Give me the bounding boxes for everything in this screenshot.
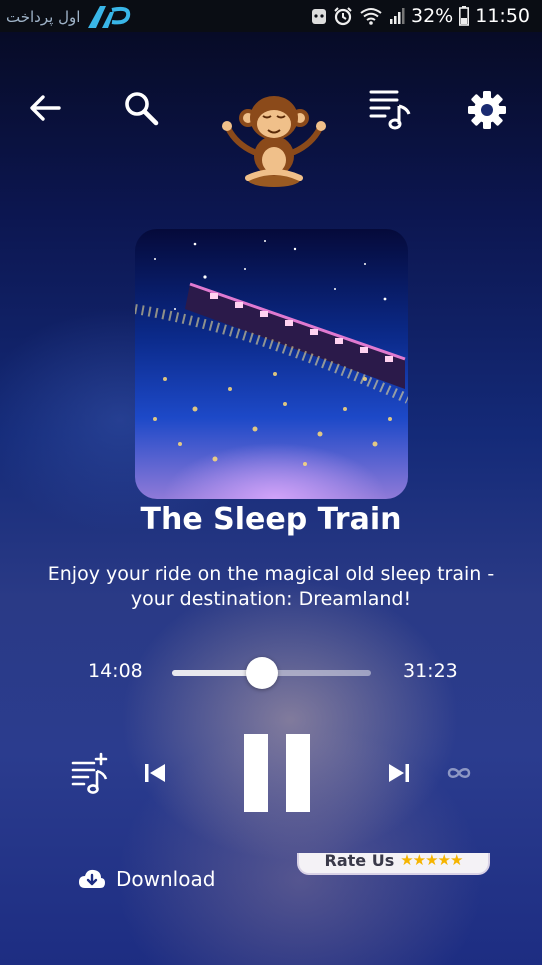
playlist-add-icon — [71, 752, 108, 794]
signal-icon — [390, 8, 405, 24]
brand-logo-icon — [88, 6, 131, 28]
rate-us-label: Rate Us — [324, 853, 395, 870]
total-time: 31:23 — [403, 660, 458, 682]
pause-icon — [244, 734, 268, 812]
download-label: Download — [116, 867, 216, 891]
search-button[interactable] — [116, 83, 166, 133]
android-debug-icon — [312, 9, 326, 24]
gear-icon — [468, 91, 506, 129]
loop-button[interactable] — [444, 760, 474, 786]
seek-bar-thumb[interactable] — [245, 657, 278, 689]
status-icons: 32% 11:50 — [311, 0, 530, 32]
skip-next-icon — [389, 764, 409, 782]
previous-button[interactable] — [140, 758, 170, 788]
battery-level: 32% — [411, 5, 454, 27]
track-title: The Sleep Train — [140, 502, 402, 537]
cloud-download-icon — [79, 869, 105, 888]
brand-text: اول پرداخت — [6, 8, 81, 26]
meditating-monkey-icon — [222, 96, 326, 187]
status-bar: اول پرداخت 32% 11:50 — [0, 0, 542, 32]
battery-icon — [459, 6, 470, 26]
current-time: 14:08 — [88, 660, 143, 682]
rating-stars: ★★★★★ — [400, 853, 463, 869]
track-description: Enjoy your ride on the magical old sleep… — [47, 563, 495, 610]
wifi-icon — [360, 8, 382, 25]
brand-watermark: اول پرداخت — [6, 2, 134, 32]
arrow-left-icon — [30, 95, 61, 121]
download-button[interactable]: Download — [78, 864, 215, 894]
infinity-icon — [447, 768, 471, 778]
skip-previous-icon — [145, 764, 165, 782]
next-button[interactable] — [384, 758, 414, 788]
sleep-train-artwork — [135, 240, 408, 466]
playlist-button[interactable] — [364, 83, 414, 133]
album-art — [135, 229, 408, 499]
settings-button[interactable] — [462, 85, 512, 135]
search-icon — [125, 92, 159, 126]
add-to-playlist-button[interactable] — [68, 750, 112, 798]
pause-icon-bar — [286, 734, 310, 812]
alarm-icon — [334, 7, 352, 26]
clock: 11:50 — [475, 5, 530, 27]
rate-us-button[interactable]: Rate Us ★★★★★ — [297, 853, 490, 875]
playlist-icon — [369, 90, 411, 130]
back-button[interactable] — [20, 83, 70, 133]
